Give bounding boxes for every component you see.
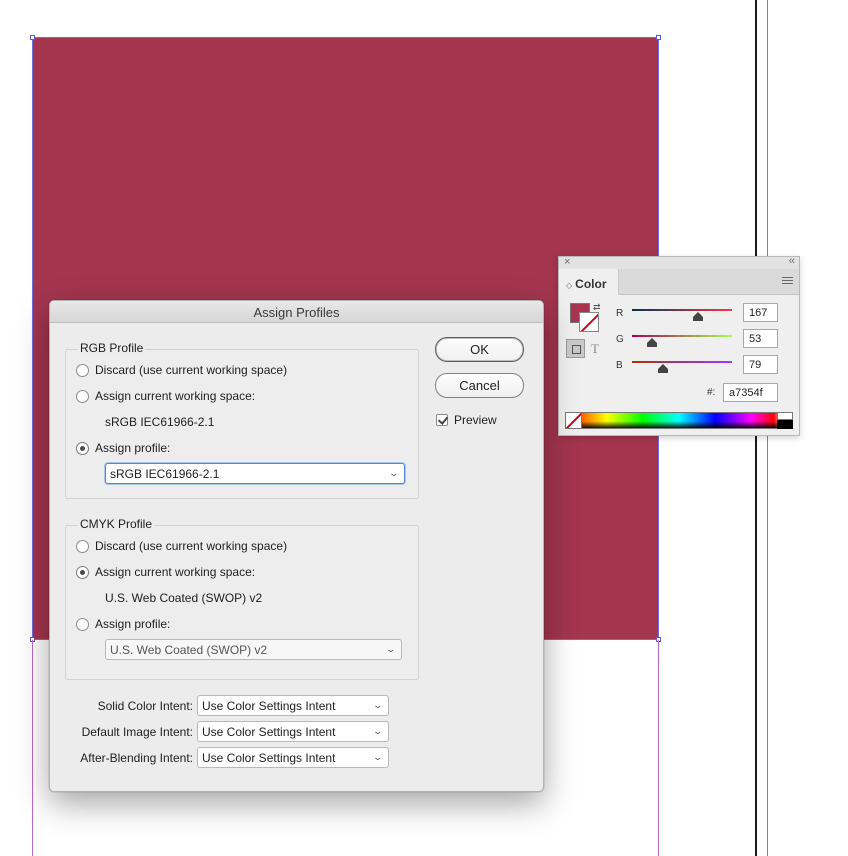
default-image-intent-select[interactable]: Use Color Settings Intent ⌄ — [197, 721, 389, 742]
g-slider[interactable] — [632, 335, 732, 337]
default-image-intent-value: Use Color Settings Intent — [202, 725, 336, 739]
selection-handle[interactable] — [30, 35, 35, 40]
cancel-button[interactable]: Cancel — [435, 373, 524, 398]
rgb-profile-group: RGB Profile Discard (use current working… — [65, 341, 419, 499]
stroke-swatch[interactable] — [579, 312, 599, 332]
rgb-assign-current-option[interactable]: Assign current working space: — [76, 388, 255, 404]
cmyk-profile-select[interactable]: U.S. Web Coated (SWOP) v2 ⌄ — [105, 639, 402, 660]
panel-tab-row: ◇ Color — [559, 269, 799, 295]
format-text-icon[interactable]: T — [591, 341, 599, 357]
dialog-title[interactable]: Assign Profiles — [50, 301, 543, 323]
preview-label: Preview — [454, 413, 497, 427]
tab-color[interactable]: ◇ Color — [559, 269, 619, 295]
rgb-assign-current-radio[interactable] — [76, 389, 89, 403]
cmyk-profile-group: CMYK Profile Discard (use current workin… — [65, 517, 419, 680]
tab-color-label: Color — [575, 277, 607, 291]
rgb-discard-option[interactable]: Discard (use current working space) — [76, 362, 287, 378]
rgb-group-title: RGB Profile — [78, 341, 146, 355]
ok-button[interactable]: OK — [435, 337, 524, 362]
assign-profiles-dialog: Assign Profiles RGB Profile Discard (use… — [49, 300, 544, 792]
close-icon[interactable]: × — [564, 256, 570, 268]
cmyk-discard-option[interactable]: Discard (use current working space) — [76, 538, 287, 554]
cmyk-assign-profile-radio[interactable] — [76, 617, 89, 631]
chevron-down-icon: ⌄ — [372, 752, 384, 762]
rgb-discard-radio[interactable] — [76, 363, 89, 377]
rgb-assign-profile-radio[interactable] — [76, 441, 89, 455]
g-value-field[interactable]: 53 — [743, 329, 778, 348]
g-slider-thumb[interactable] — [647, 338, 657, 347]
r-slider[interactable] — [632, 309, 732, 311]
r-label: R — [616, 308, 624, 319]
format-container-icon[interactable] — [566, 339, 585, 358]
white-swatch[interactable] — [777, 412, 793, 420]
rgb-assign-current-label: Assign current working space: — [95, 389, 256, 403]
b-value-field[interactable]: 79 — [743, 355, 778, 374]
g-label: G — [616, 334, 624, 345]
r-value-field[interactable]: 167 — [743, 303, 778, 322]
after-blending-intent-select[interactable]: Use Color Settings Intent ⌄ — [197, 747, 389, 768]
solid-color-intent-label: Solid Color Intent: — [97, 699, 193, 713]
solid-color-intent-select[interactable]: Use Color Settings Intent ⌄ — [197, 695, 389, 716]
b-slider-thumb[interactable] — [658, 364, 668, 373]
hex-value-field[interactable]: a7354f — [723, 383, 778, 402]
cmyk-assign-current-option[interactable]: Assign current working space: — [76, 564, 255, 580]
chevron-down-icon: ⌄ — [388, 468, 400, 478]
cmyk-assign-profile-option[interactable]: Assign profile: — [76, 616, 170, 632]
cmyk-assign-current-radio[interactable] — [76, 565, 89, 579]
hex-label: #: — [707, 387, 716, 398]
preview-checkbox[interactable] — [436, 414, 448, 426]
color-spectrum-ramp[interactable] — [565, 412, 793, 429]
chevron-down-icon: ⌄ — [372, 726, 384, 736]
preview-option[interactable]: Preview — [436, 413, 497, 427]
solid-color-intent-value: Use Color Settings Intent — [202, 699, 336, 713]
panel-titlebar[interactable]: × ‹‹ — [559, 255, 799, 269]
margin-guide — [32, 640, 33, 856]
selection-handle[interactable] — [656, 35, 661, 40]
b-slider[interactable] — [632, 361, 732, 363]
rgb-assign-profile-option[interactable]: Assign profile: — [76, 440, 170, 456]
cmyk-current-space: U.S. Web Coated (SWOP) v2 — [105, 591, 263, 605]
panel-menu-icon[interactable] — [782, 277, 793, 286]
cmyk-discard-label: Discard (use current working space) — [95, 539, 288, 553]
r-slider-thumb[interactable] — [693, 312, 703, 321]
cmyk-discard-radio[interactable] — [76, 539, 89, 553]
rgb-current-space: sRGB IEC61966-2.1 — [105, 415, 215, 429]
collapse-icon[interactable]: ‹‹ — [789, 255, 795, 267]
margin-guide — [658, 640, 659, 856]
b-label: B — [616, 360, 623, 371]
rgb-profile-value: sRGB IEC61966-2.1 — [110, 467, 220, 481]
cmyk-assign-profile-label: Assign profile: — [95, 617, 171, 631]
after-blending-intent-label: After-Blending Intent: — [80, 751, 193, 765]
color-panel: × ‹‹ ◇ Color ⇄ T R 167 G 53 B 79 #: a7354… — [558, 255, 800, 436]
tab-options-icon[interactable]: ◇ — [566, 281, 572, 290]
swap-icon[interactable]: ⇄ — [593, 302, 601, 313]
rgb-profile-select[interactable]: sRGB IEC61966-2.1 ⌄ — [105, 463, 405, 484]
rgb-assign-profile-label: Assign profile: — [95, 441, 171, 455]
default-image-intent-label: Default Image Intent: — [81, 725, 193, 739]
rgb-discard-label: Discard (use current working space) — [95, 363, 288, 377]
cmyk-profile-value: U.S. Web Coated (SWOP) v2 — [110, 643, 268, 657]
cmyk-group-title: CMYK Profile — [78, 517, 155, 531]
cmyk-assign-current-label: Assign current working space: — [95, 565, 256, 579]
none-swatch-icon[interactable] — [565, 412, 582, 429]
after-blending-intent-value: Use Color Settings Intent — [202, 751, 336, 765]
chevron-down-icon: ⌄ — [385, 644, 397, 654]
chevron-down-icon: ⌄ — [372, 700, 384, 710]
black-swatch[interactable] — [777, 420, 793, 429]
